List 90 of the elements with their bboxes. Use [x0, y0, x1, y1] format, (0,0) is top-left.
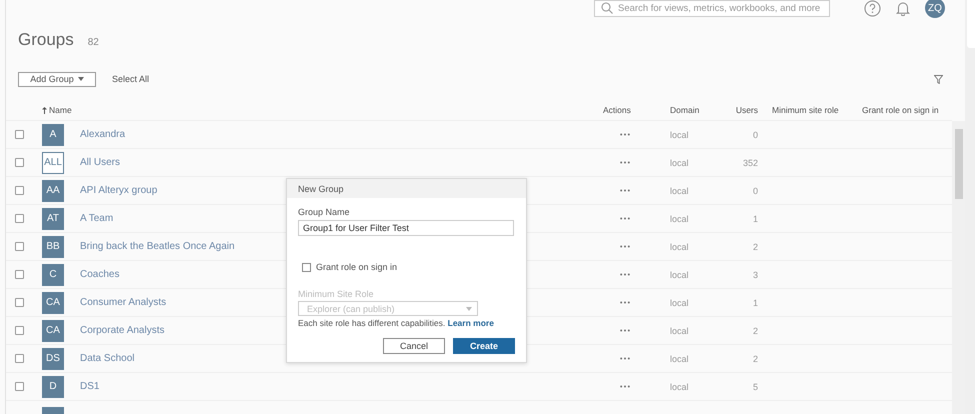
table-cell-text: 3 — [752, 270, 758, 280]
help-icon[interactable] — [864, 0, 881, 16]
more-icon[interactable] — [620, 357, 630, 360]
column-header[interactable]: Name — [42, 105, 604, 115]
column-header[interactable]: Users — [710, 105, 758, 115]
row-checkbox[interactable] — [15, 242, 24, 251]
field-label: Group Name — [298, 207, 351, 217]
field-label: Minimum Site Role — [298, 289, 375, 299]
group-avatar: ALL — [42, 152, 64, 174]
add-group-button[interactable]: Add Group — [18, 72, 96, 86]
help-text: Each site role has different capabilities. Learn more — [298, 318, 495, 328]
group-name-link[interactable]: DS1 — [80, 381, 100, 392]
table-cell-text: local — [670, 186, 690, 196]
table-cell-text: local — [670, 242, 690, 252]
row-checkbox[interactable] — [15, 382, 24, 391]
row-checkbox[interactable] — [15, 270, 24, 279]
row-checkbox[interactable] — [15, 214, 24, 223]
cancel-button[interactable]: Cancel — [383, 338, 445, 354]
row-checkbox[interactable] — [15, 158, 24, 167]
row-checkbox[interactable] — [15, 354, 24, 363]
table-cell-text: local — [670, 214, 690, 224]
caret-icon — [78, 77, 84, 81]
group-name-link[interactable]: Data School — [80, 353, 134, 364]
dialog-title: New Group — [287, 179, 526, 198]
more-icon[interactable] — [620, 189, 630, 192]
more-icon[interactable] — [620, 273, 630, 276]
group-name-field[interactable]: Group1 for User Filter Test — [298, 220, 514, 236]
table-cell-text: 0 — [752, 186, 758, 196]
more-icon[interactable] — [620, 161, 630, 164]
group-avatar — [42, 407, 64, 414]
table-cell-text: local — [670, 326, 690, 336]
table-cell-text: local — [670, 158, 690, 168]
group-name-link[interactable]: A Team — [80, 213, 114, 224]
table-cell-text: 5 — [752, 382, 758, 392]
filter-icon[interactable] — [934, 74, 943, 84]
user-avatar[interactable]: ZQ — [925, 0, 945, 18]
page-title: Groups — [18, 30, 74, 50]
group-avatar: A — [42, 124, 64, 146]
group-avatar: AA — [42, 180, 64, 202]
group-name-link[interactable]: Alexandra — [80, 129, 126, 140]
checkbox[interactable] — [302, 262, 311, 272]
table-cell-text: local — [670, 298, 690, 308]
table-cell-text: 1 — [752, 298, 758, 308]
table-cell-text: 1 — [752, 214, 758, 224]
bell-icon[interactable] — [895, 0, 911, 16]
column-header[interactable]: Minimum site role — [758, 105, 862, 115]
table-cell-text: 352 — [742, 158, 758, 168]
row-checkbox[interactable] — [15, 298, 24, 307]
group-avatar: CA — [42, 320, 64, 342]
select-all-button[interactable]: Select All — [112, 74, 150, 84]
group-avatar: BB — [42, 236, 64, 258]
group-name-link[interactable]: Coaches — [80, 269, 120, 280]
column-header[interactable]: Actions — [603, 105, 670, 115]
group-name-link[interactable]: Corporate Analysts — [80, 325, 164, 336]
more-icon[interactable] — [620, 301, 630, 304]
table-cell-text: local — [670, 354, 690, 364]
column-header[interactable]: Grant role on sign in — [862, 105, 952, 115]
more-icon[interactable] — [620, 245, 630, 248]
table-cell-text: 2 — [752, 354, 758, 364]
column-header[interactable]: Domain — [670, 105, 710, 115]
search-icon — [601, 2, 613, 14]
group-avatar: AT — [42, 208, 64, 230]
checkbox-label: Grant role on sign in — [316, 262, 398, 272]
group-count: 82 — [88, 37, 99, 48]
table-cell-text: local — [670, 382, 690, 392]
more-icon[interactable] — [620, 385, 630, 388]
row-checkbox[interactable] — [15, 326, 24, 335]
group-avatar: D — [42, 376, 64, 398]
group-avatar: CA — [42, 292, 64, 314]
more-icon[interactable] — [620, 217, 630, 220]
row-checkbox[interactable] — [15, 186, 24, 195]
group-avatar: DS — [42, 348, 64, 370]
group-name-link[interactable]: API Alteryx group — [80, 185, 158, 196]
table-cell-text: 0 — [752, 130, 758, 140]
group-name-link[interactable]: Consumer Analysts — [80, 297, 166, 308]
more-icon[interactable] — [620, 329, 630, 332]
learn-more-link[interactable]: Learn more — [448, 318, 494, 328]
create-button[interactable]: Create — [453, 338, 515, 354]
row-checkbox[interactable] — [15, 130, 24, 139]
group-avatar: C — [42, 264, 64, 286]
search-field[interactable]: Search for views, metrics, workbooks, and more — [594, 0, 830, 16]
caret-icon — [466, 306, 472, 310]
table-cell-text: 2 — [752, 326, 758, 336]
group-name-link[interactable]: All Users — [80, 157, 120, 168]
group-name-link[interactable]: Bring back the Beatles Once Again — [80, 241, 235, 252]
more-icon[interactable] — [620, 133, 630, 136]
scrollbar[interactable] — [952, 121, 965, 414]
table-cell-text: local — [670, 130, 690, 140]
table-cell-text: 2 — [752, 242, 758, 252]
table-cell-text: local — [670, 270, 690, 280]
